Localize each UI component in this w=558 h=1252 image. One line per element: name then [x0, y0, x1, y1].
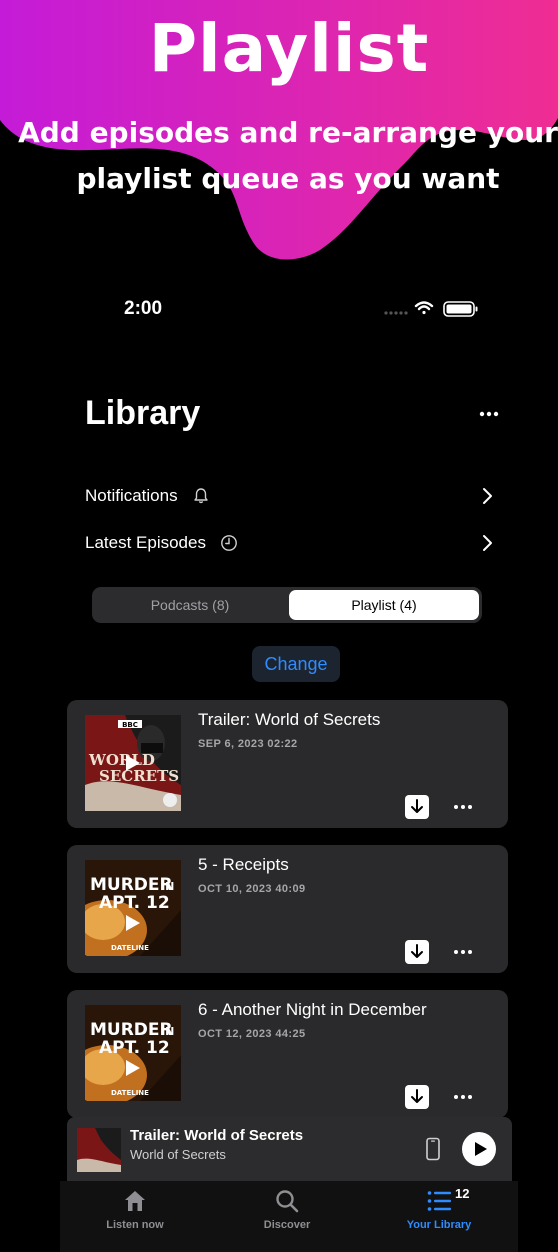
- episode-date: SEP 6, 2023 02:22: [198, 738, 298, 750]
- ellipsis-icon[interactable]: [476, 402, 504, 426]
- home-icon: [125, 1191, 145, 1211]
- mini-player-artwork: [77, 1128, 121, 1172]
- tab-discover[interactable]: Discover: [217, 1181, 357, 1241]
- download-icon[interactable]: [405, 795, 429, 819]
- tab-your-library[interactable]: Your Library: [369, 1181, 509, 1241]
- episode-artwork: MURDER IN APT. 12 DATELINE: [85, 1005, 181, 1101]
- status-time: 2:00: [124, 298, 163, 319]
- tab-label: Discover: [263, 1219, 311, 1231]
- ellipsis-icon[interactable]: [452, 1088, 474, 1106]
- mini-player[interactable]: Trailer: World of Secrets World of Secre…: [67, 1117, 512, 1181]
- bell-icon: [193, 488, 208, 504]
- episode-card[interactable]: WORLD SECRETS BBC Trailer: World of Secr…: [67, 700, 508, 828]
- chevron-right-icon: [483, 488, 492, 504]
- list-icon: [427, 1191, 451, 1211]
- episode-title: 6 - Another Night in December: [198, 1000, 427, 1019]
- page-title: Library: [85, 394, 201, 432]
- segment-playlist[interactable]: Playlist (4): [289, 590, 479, 620]
- episode-title: Trailer: World of Secrets: [198, 710, 381, 729]
- episode-date: OCT 12, 2023 44:25: [198, 1028, 306, 1040]
- menu-item-latest-episodes[interactable]: Latest Episodes: [85, 528, 495, 558]
- episode-artwork: MURDER IN APT. 12 DATELINE: [85, 860, 181, 956]
- tab-label: Your Library: [406, 1219, 472, 1231]
- play-button[interactable]: [462, 1132, 496, 1166]
- ellipsis-icon[interactable]: [452, 943, 474, 961]
- wifi-icon: [414, 301, 434, 315]
- episode-artwork: WORLD SECRETS BBC: [85, 715, 181, 811]
- phone-device-icon[interactable]: [425, 1137, 441, 1161]
- promo-subtitle-line: Add episodes and re-arrange your: [18, 116, 558, 149]
- segmented-control: Podcasts (8) Playlist (4): [92, 587, 482, 623]
- episode-title: 5 - Receipts: [198, 855, 289, 874]
- tab-label: Listen now: [106, 1219, 164, 1231]
- download-icon[interactable]: [405, 1085, 429, 1109]
- tab-listen-now[interactable]: Listen now: [65, 1181, 205, 1241]
- promo-title: Playlist: [148, 10, 430, 87]
- world-of-secrets-artwork: [77, 1128, 121, 1172]
- ellipsis-icon[interactable]: [452, 798, 474, 816]
- library-count-badge: 12: [455, 1186, 470, 1201]
- play-icon[interactable]: [85, 715, 181, 811]
- battery-icon: [443, 301, 478, 317]
- status-icons: [384, 301, 478, 317]
- menu-item-label: Notifications: [85, 486, 178, 505]
- search-icon: [276, 1190, 299, 1213]
- signal-dots-icon: [384, 311, 408, 315]
- episode-date: OCT 10, 2023 40:09: [198, 883, 306, 895]
- promo-subtitle: Add episodes and re-arrange your playlis…: [18, 110, 558, 202]
- menu-item-notifications[interactable]: Notifications: [85, 481, 495, 511]
- episode-card[interactable]: MURDER IN APT. 12 DATELINE 5 - Receipts …: [67, 845, 508, 973]
- promo-banner: Playlist Add episodes and re-arrange you…: [0, 0, 558, 280]
- segment-podcasts[interactable]: Podcasts (8): [95, 590, 285, 620]
- mini-player-title: Trailer: World of Secrets: [130, 1127, 304, 1144]
- play-icon[interactable]: [85, 860, 181, 956]
- episode-card[interactable]: MURDER IN APT. 12 DATELINE 6 - Another N…: [67, 990, 508, 1118]
- menu-item-label: Latest Episodes: [85, 533, 206, 552]
- promo-subtitle-line: playlist queue as you want: [76, 162, 500, 195]
- tab-bar: Listen now Discover Your Library: [60, 1181, 518, 1252]
- play-icon[interactable]: [85, 1005, 181, 1101]
- chevron-right-icon: [483, 535, 492, 551]
- change-button[interactable]: Change: [252, 646, 340, 682]
- mini-player-subtitle: World of Secrets: [130, 1147, 226, 1162]
- clock-icon: [221, 535, 237, 551]
- download-icon[interactable]: [405, 940, 429, 964]
